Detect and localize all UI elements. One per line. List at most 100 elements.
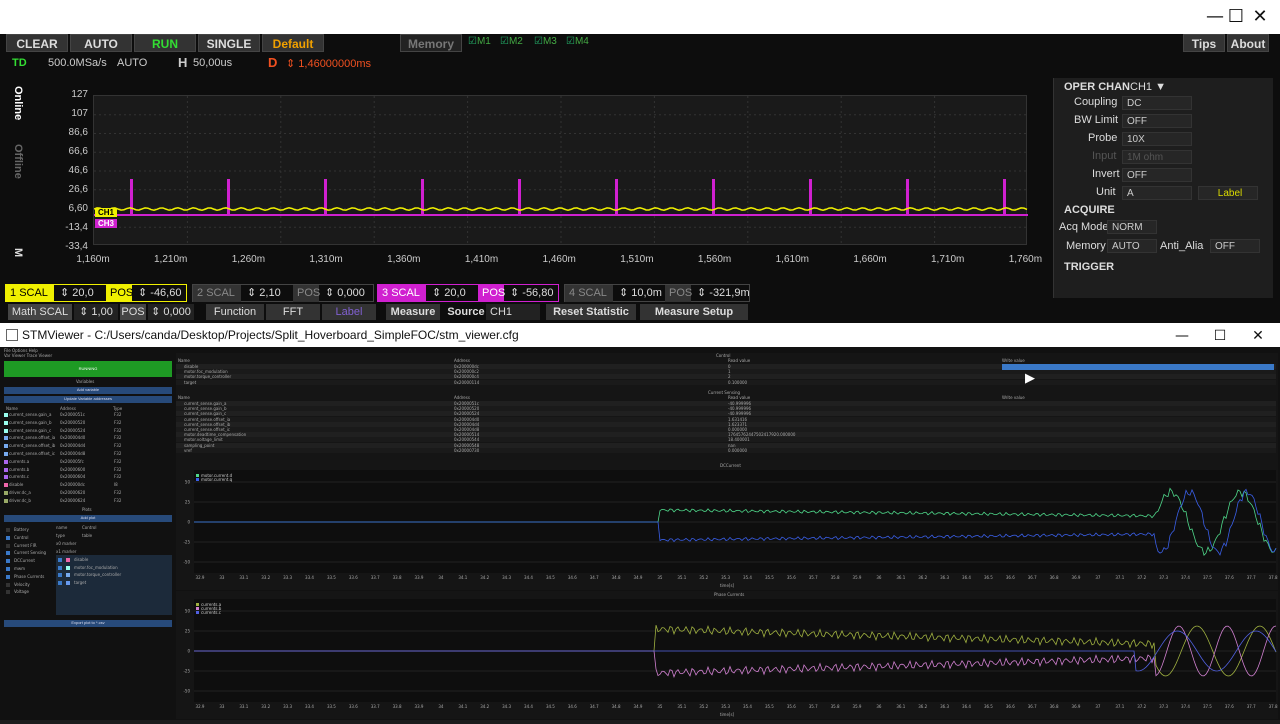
variable-row[interactable]: current_sense.gain_b 0x20000520 F32 [4,420,168,427]
auto-button[interactable]: AUTO [70,34,132,52]
maximize-icon[interactable]: ☐ [1226,6,1246,27]
plot-var-checkbox[interactable] [58,580,62,585]
ch4-scal-value[interactable]: ⇕ 10,0m [615,285,665,302]
plot-var-checkbox[interactable] [58,573,62,577]
m1-checkbox[interactable]: ☑M1 [468,36,491,47]
viewer-tabs[interactable]: Var Viewer Trace Viewer [4,353,52,358]
ch1-pos-value[interactable]: ⇕ -46,60 [134,285,188,302]
plot-list-item[interactable]: mwm [6,566,50,573]
plot-prop-type_val[interactable]: table [82,533,92,538]
variable-color-swatch[interactable] [4,452,8,456]
plot-variable-item[interactable]: motor.foc_modulation [58,565,168,572]
variable-row[interactable]: currents.b 0x20000600 F32 [4,467,168,474]
tab-offline[interactable]: Offline [6,144,24,179]
tab-m[interactable]: M [6,248,24,257]
variable-color-swatch[interactable] [4,444,8,449]
ch3-marker[interactable]: CH3 [95,219,118,228]
variable-color-swatch[interactable] [4,467,8,472]
maximize-icon[interactable]: ☐ [1210,324,1230,348]
ch1-marker[interactable]: CH1 [95,208,118,217]
dccurrent-plot[interactable]: DCCurrent 50 25 0 -25 -50 32.9 33 33.1 33.2 33.3 3… [176,462,1278,590]
plot-checkbox[interactable] [6,567,10,571]
label-button[interactable]: Label [1198,186,1258,200]
plot-variable-item[interactable]: target [58,580,168,587]
plot-var-swatch[interactable] [66,565,70,570]
variable-row[interactable]: current_sense.gain_a 0x2000051c F32 [4,412,168,419]
variable-row[interactable]: currents.a 0x200005fc F32 [4,459,168,466]
plot-list-item[interactable]: Control [6,535,50,542]
plot-checkbox[interactable] [6,551,10,556]
anti-alias-select[interactable]: OFF [1210,239,1260,253]
variable-color-swatch[interactable] [4,491,8,495]
fft-button[interactable]: FFT [266,304,320,320]
clear-button[interactable]: CLEAR [6,34,68,52]
plot-var-swatch[interactable] [66,558,70,562]
plot-variable-item[interactable]: disable [58,557,168,564]
plot-list-item[interactable]: Velocity [6,582,50,589]
acq-mode-select[interactable]: NORM [1107,220,1157,234]
plot-var-checkbox[interactable] [58,565,62,570]
m4-checkbox[interactable]: ☑M4 [566,36,589,47]
plot-checkbox[interactable] [6,559,10,564]
plot-checkbox[interactable] [6,528,10,532]
tab-online[interactable]: Online [6,86,24,120]
run-button[interactable]: RUN [134,34,196,52]
variable-color-swatch[interactable] [4,420,8,425]
bw-limit-select[interactable]: OFF [1122,114,1192,128]
single-button[interactable]: SINGLE [198,34,260,52]
plot-checkbox[interactable] [6,590,10,595]
plot-var-checkbox[interactable] [58,558,62,562]
variable-row[interactable]: driver.dc_b 0x20000624 F32 [4,498,168,505]
default-button[interactable]: Default [262,34,324,52]
plot-checkbox[interactable] [6,574,10,579]
source-select[interactable]: CH1 [486,304,540,320]
plot-list-item[interactable]: DCCurrent [6,558,50,565]
running-button[interactable]: RUNNING [4,361,172,377]
m2-checkbox[interactable]: ☑M2 [500,36,523,47]
variable-color-swatch[interactable] [4,475,8,480]
plot-checkbox[interactable] [6,582,10,587]
plot-list-item[interactable]: Current Sensing [6,550,50,557]
add-variable-button[interactable]: Add variable [4,387,172,394]
add-plot-button[interactable]: Add plot [4,515,172,522]
reset-statistic-button[interactable]: Reset Statistic [546,304,636,320]
plot-variable-item[interactable]: motor.torque_controller [58,572,168,579]
ch3-scal-value[interactable]: ⇕ 20,0 [428,285,478,302]
ch2-scal-value[interactable]: ⇕ 2,10 [243,285,293,302]
h-value[interactable]: 50,00us [193,57,232,69]
minimize-icon[interactable]: — [1205,6,1225,27]
export-csv-button[interactable]: Export plot to *.csv [4,620,172,627]
variable-color-swatch[interactable] [4,413,8,417]
variable-color-swatch[interactable] [4,436,8,441]
variable-row[interactable]: current_sense.offset_ib 0x200004d4 F32 [4,443,168,450]
variable-row[interactable]: current_sense.offset_ia 0x200004d0 F32 [4,435,168,442]
ch2-pos-value[interactable]: ⇕ 0,000 [321,285,375,302]
scope-display[interactable] [93,95,1028,246]
unit-select[interactable]: A [1122,186,1192,200]
plot-var-swatch[interactable] [66,580,70,585]
tips-button[interactable]: Tips [1183,34,1225,52]
variable-row[interactable]: disable 0x200000dc I8 [4,482,168,489]
close-icon[interactable]: ✕ [1250,6,1270,27]
plot-checkbox[interactable] [6,543,10,548]
plot-var-swatch[interactable] [66,573,70,577]
write-value-input[interactable] [1002,364,1274,370]
probe-select[interactable]: 10X [1122,132,1192,146]
plot-list-item[interactable]: Battery [6,527,50,534]
plot-list-item[interactable]: Phase Currents [6,574,50,581]
oper-chan-select[interactable]: CH1 ▼ [1130,81,1166,93]
variable-row[interactable]: current_sense.offset_ic 0x200004d8 F32 [4,451,168,458]
measure-setup-button[interactable]: Measure Setup [640,304,748,320]
phase-currents-plot[interactable]: Phase Currents 50 25 0 -25 -50 32.9 33 33.1 33.2… [176,591,1278,719]
variable-color-swatch[interactable] [4,483,8,488]
memory-select[interactable]: AUTO [1107,239,1157,253]
math-pos-value[interactable]: ⇕ 0,000 [148,304,194,320]
minimize-icon[interactable]: — [1172,324,1192,348]
ch1-scal-value[interactable]: ⇕ 20,0 [56,285,106,302]
plot-list-item[interactable]: Current FIR [6,543,50,550]
invert-select[interactable]: OFF [1122,168,1192,182]
update-addresses-button[interactable]: Update Variable addresses [4,396,172,403]
ch4-pos-value[interactable]: ⇕ -321,9m [693,285,751,302]
variable-color-swatch[interactable] [4,459,8,464]
plot-prop-name_val[interactable]: Control [82,525,96,530]
